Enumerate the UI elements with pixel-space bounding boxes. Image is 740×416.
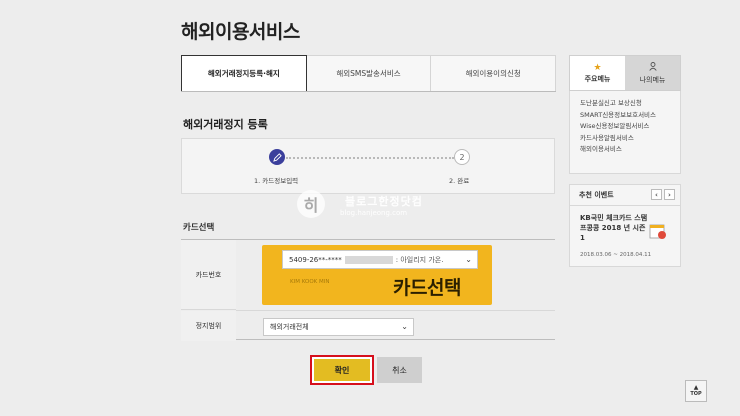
calendar-stamp-icon	[648, 221, 668, 241]
event-heading: 추천 이벤트 ‹ ›	[570, 185, 680, 206]
top-label: TOP	[690, 391, 702, 397]
page-title: 해외이용서비스	[181, 21, 300, 43]
card-section-title: 카드선택	[183, 223, 215, 233]
card-brand-text: KIM KOOK MIN	[290, 279, 330, 285]
card-number-label: 카드번호	[181, 240, 236, 310]
event-heading-label: 추천 이벤트	[579, 191, 614, 199]
step-indicator: 2 1. 카드정보입력 2. 완료	[181, 138, 555, 194]
step-2-number: 2	[454, 149, 470, 165]
chevron-left-icon[interactable]: ‹	[651, 189, 662, 200]
tab-overseas-dispute[interactable]: 해외이용이의신청	[431, 55, 557, 91]
sidebar-tab-label: 나의메뉴	[639, 75, 666, 84]
watermark-logo: 히	[297, 190, 325, 218]
masked-block	[344, 255, 393, 264]
chevron-right-icon[interactable]: ›	[664, 189, 675, 200]
step-connector	[286, 157, 454, 159]
confirm-button[interactable]: 확인	[310, 355, 374, 385]
step-1-label: 1. 카드정보입력	[254, 177, 299, 185]
pencil-icon	[269, 149, 285, 165]
card-number-select[interactable]: 5409-26**-**** : 아일리지 가온. ⌄	[282, 250, 478, 269]
star-icon: ★	[593, 62, 602, 73]
watermark-title: 블로그한정닷컴	[345, 195, 423, 208]
confirm-button-label: 확인	[314, 359, 370, 381]
sidebar-item-loss-report[interactable]: 도난분실신고 보상신청	[580, 98, 680, 110]
scope-label: 정지범위	[181, 311, 236, 341]
watermark-url: blog.hanjeong.com	[340, 209, 408, 217]
chevron-down-icon: ⌄	[401, 322, 408, 331]
sidebar-item-wise-alert[interactable]: Wise신용정보알림서비스	[580, 121, 680, 133]
tab-overseas-suspension[interactable]: 해외거래정지등록·해지	[181, 55, 307, 91]
sidebar-item-smart-protection[interactable]: SMART신용정보보호서비스	[580, 110, 680, 122]
section-title: 해외거래정지 등록	[183, 118, 268, 131]
service-tabs: 해외거래정지등록·해지 해외SMS발송서비스 해외이용이의신청	[181, 55, 557, 92]
sidebar-tab-label: 주요메뉴	[584, 74, 611, 83]
scope-value: 해외거래전체	[270, 323, 309, 331]
event-date: 2018.03.06 ~ 2018.04.11	[580, 252, 652, 258]
sidebar-item-overseas-service[interactable]: 해외이용서비스	[580, 144, 680, 156]
cancel-button[interactable]: 취소	[377, 357, 422, 383]
row-divider	[236, 310, 555, 311]
person-icon	[648, 61, 657, 75]
card-select-caption: 카드선택	[393, 277, 461, 299]
event-title[interactable]: KB국민 체크카드 스탬프콩콩 2018 년 시즌 1	[580, 213, 650, 243]
chevron-down-icon: ⌄	[465, 255, 472, 264]
sidebar-tab-my-menu[interactable]: 나의메뉴	[625, 56, 680, 90]
sidebar-tabs: ★ 주요메뉴 나의메뉴	[569, 55, 681, 91]
scroll-top-button[interactable]: ▲ TOP	[685, 380, 707, 402]
sidebar-menu: 도난분실신고 보상신청 SMART신용정보보호서비스 Wise신용정보알림서비스…	[569, 91, 681, 174]
card-number-prefix: 5409-26**-****	[289, 255, 342, 264]
step-2-label: 2. 완료	[449, 177, 470, 185]
recommended-event: 추천 이벤트 ‹ › KB국민 체크카드 스탬프콩콩 2018 년 시즌 1 2…	[569, 184, 681, 267]
scope-select[interactable]: 해외거래전체 ⌄	[263, 318, 414, 336]
event-pager: ‹ ›	[651, 189, 675, 200]
sidebar-item-usage-alert[interactable]: 카드사용알림서비스	[580, 133, 680, 145]
tab-overseas-sms[interactable]: 해외SMS발송서비스	[306, 55, 432, 91]
sidebar-tab-main-menu[interactable]: ★ 주요메뉴	[570, 56, 625, 90]
card-description: : 아일리지 가온.	[395, 255, 444, 264]
